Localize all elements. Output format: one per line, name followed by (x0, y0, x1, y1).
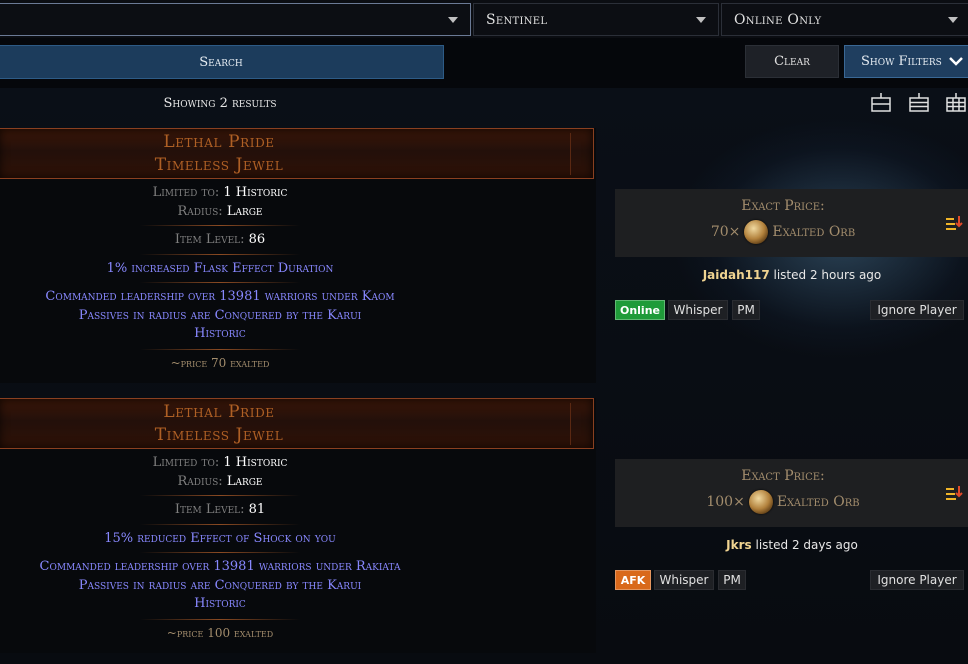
league-select[interactable]: Sentinel (473, 3, 719, 36)
compact-view-icon[interactable] (909, 93, 929, 112)
item-base-type: Timeless Jewel (154, 425, 284, 445)
header-ornament (570, 133, 590, 175)
item-level-label: Item Level: (174, 232, 245, 247)
item-name: Lethal Pride (163, 402, 275, 422)
whisper-button[interactable]: Whisper (654, 570, 714, 590)
item-level-value: 81 (248, 502, 266, 517)
item-header: Lethal Pride Timeless Jewel (0, 398, 594, 449)
radius-line: Radius: Large (0, 204, 440, 219)
ignore-player-button[interactable]: Ignore Player (870, 570, 964, 590)
sort-icon[interactable] (945, 485, 963, 501)
search-button[interactable]: Search (0, 45, 444, 79)
seller-name[interactable]: Jkrs (726, 538, 752, 552)
item-level-value: 86 (248, 232, 266, 247)
league-value: Sentinel (486, 11, 548, 28)
price-line: 100× Exalted Orb (615, 490, 951, 514)
radius-label: Radius: (177, 204, 223, 219)
separator (140, 282, 300, 283)
limited-to-line: Limited to: 1 Historic (0, 185, 440, 200)
explicit-mod: Historic (194, 596, 246, 611)
list-view-icon[interactable] (871, 93, 891, 112)
limited-value: 1 Historic (223, 455, 288, 470)
explicit-mod: Commanded leadership over 13981 warriors… (45, 289, 395, 304)
item-level-line: Item Level: 86 (0, 232, 440, 247)
price-line: 70× Exalted Orb (615, 220, 951, 244)
price-currency: Exalted Orb (776, 494, 860, 510)
results-count: Showing 2 results (163, 95, 277, 111)
separator (140, 225, 300, 226)
price-box: Exact Price: 100× Exalted Orb (615, 459, 968, 527)
status-badge: Online (615, 300, 665, 320)
explicit-mod: Passives in radius are Conquered by the … (78, 308, 362, 323)
limited-label: Limited to: (152, 185, 220, 200)
explicit-mod: Commanded leadership over 13981 warriors… (39, 559, 401, 574)
clear-button[interactable]: Clear (745, 45, 839, 78)
item-level-line: Item Level: 81 (0, 502, 440, 517)
limited-to-line: Limited to: 1 Historic (0, 455, 440, 470)
explicit-mod: Passives in radius are Conquered by the … (78, 578, 362, 593)
pm-button[interactable]: PM (718, 570, 746, 590)
status-value: Online Only (734, 11, 822, 28)
item-level-label: Item Level: (174, 502, 245, 517)
exalted-orb-icon (744, 220, 769, 244)
show-filters-label: Show Filters (861, 54, 942, 69)
status-select[interactable]: Online Only (721, 3, 968, 36)
limited-label: Limited to: (152, 455, 220, 470)
item-base-type: Timeless Jewel (154, 155, 284, 175)
item-header: Lethal Pride Timeless Jewel (0, 128, 594, 179)
separator (140, 619, 300, 620)
chevron-down-icon (448, 17, 458, 23)
result-row: Lethal Pride Timeless Jewel Limited to: … (0, 398, 596, 653)
listed-time: listed 2 days ago (755, 538, 858, 552)
sort-icon[interactable] (945, 215, 963, 231)
price-currency: Exalted Orb (772, 224, 856, 240)
filter-bar: Sentinel Online Only (0, 0, 968, 38)
status-badge: AFK (615, 570, 651, 590)
ignore-player-button[interactable]: Ignore Player (870, 300, 964, 320)
implicit-mod: 1% increased Flask Effect Duration (106, 261, 334, 276)
radius-line: Radius: Large (0, 474, 440, 489)
chevron-down-icon (949, 57, 963, 66)
pm-button[interactable]: PM (732, 300, 760, 320)
result-row: Lethal Pride Timeless Jewel Limited to: … (0, 128, 596, 383)
price-note: ~price 100 exalted (166, 626, 274, 640)
radius-label: Radius: (177, 474, 223, 489)
item-name: Lethal Pride (163, 132, 275, 152)
chevron-down-icon (948, 17, 958, 23)
radius-value: Large (226, 474, 263, 489)
limited-value: 1 Historic (223, 185, 288, 200)
price-title: Exact Price: (741, 198, 825, 214)
separator (140, 495, 300, 496)
explicit-mod: Historic (194, 326, 246, 341)
separator (140, 552, 300, 553)
seller-info: Jaidah117 listed 2 hours ago (615, 268, 968, 282)
price-box: Exact Price: 70× Exalted Orb (615, 189, 968, 257)
radius-value: Large (226, 204, 263, 219)
whisper-button[interactable]: Whisper (668, 300, 728, 320)
price-amount: 100× (706, 494, 745, 510)
header-ornament (570, 403, 590, 445)
item-search-select[interactable] (0, 3, 471, 36)
price-amount: 70× (710, 224, 741, 240)
chevron-down-icon (696, 17, 706, 23)
separator (140, 349, 300, 350)
grid-view-icon[interactable] (946, 93, 966, 112)
show-filters-button[interactable]: Show Filters (844, 45, 968, 78)
price-note: ~price 70 exalted (170, 356, 270, 370)
seller-name[interactable]: Jaidah117 (703, 268, 770, 282)
separator (140, 254, 300, 255)
exalted-orb-icon (748, 490, 773, 514)
separator (140, 524, 300, 525)
seller-info: Jkrs listed 2 days ago (615, 538, 968, 552)
price-title: Exact Price: (741, 468, 825, 484)
listed-time: listed 2 hours ago (773, 268, 882, 282)
implicit-mod: 15% reduced Effect of Shock on you (104, 531, 336, 546)
